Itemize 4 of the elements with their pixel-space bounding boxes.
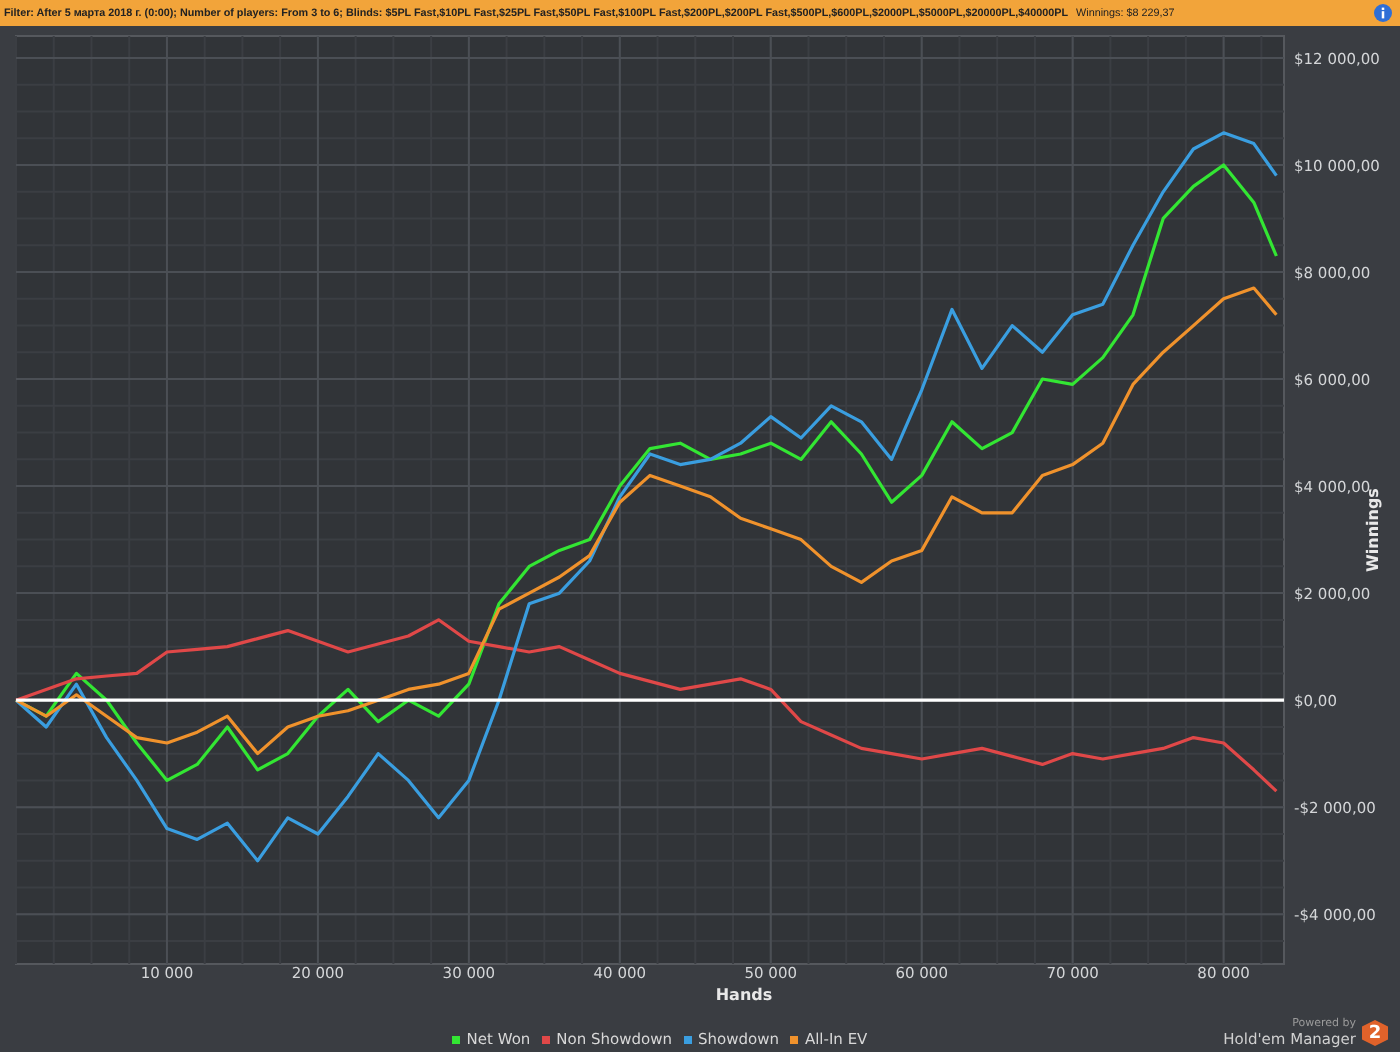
logo-badge: 2: [1362, 1020, 1388, 1046]
info-icon[interactable]: [1374, 4, 1392, 22]
x-axis-title: Hands: [715, 986, 773, 1004]
y-axis-title: Winnings: [1364, 488, 1382, 572]
